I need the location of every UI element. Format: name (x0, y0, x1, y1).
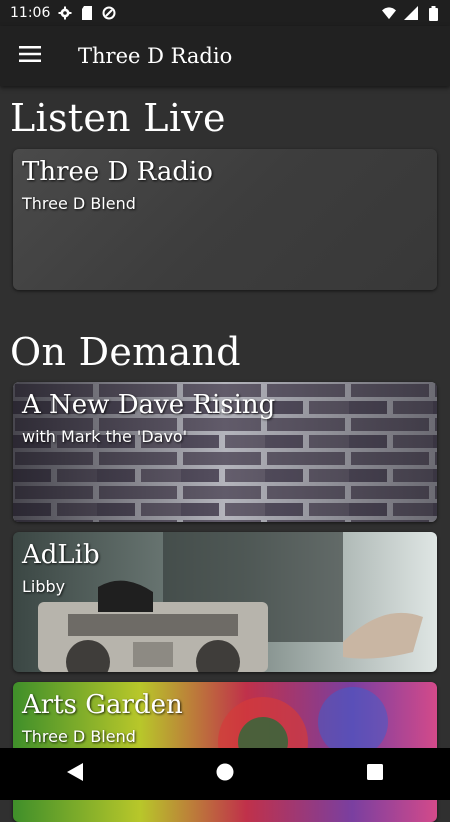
status-left: 11:06 (10, 5, 116, 21)
sync-icon (102, 6, 116, 20)
menu-button[interactable] (0, 26, 60, 86)
show-subtitle: Libby (22, 577, 66, 596)
status-right (382, 5, 440, 21)
status-bar: 11:06 (0, 0, 450, 26)
back-triangle-icon (67, 763, 83, 785)
wifi-icon (382, 6, 396, 20)
live-station-title: Three D Radio (22, 157, 213, 187)
system-nav-bar (0, 748, 450, 800)
listen-live-heading: Listen Live (10, 96, 226, 140)
show-subtitle: Three D Blend (22, 727, 136, 746)
recents-button[interactable] (345, 748, 405, 800)
show-title: A New Dave Rising (22, 390, 276, 420)
show-subtitle: with Mark the 'Davo' (22, 427, 188, 446)
show-title: Arts Garden (22, 690, 183, 720)
on-demand-heading: On Demand (10, 330, 241, 374)
recents-square-icon (367, 764, 383, 784)
status-time: 11:06 (10, 5, 51, 21)
home-circle-icon (216, 763, 234, 785)
show-card[interactable]: A New Dave Rising with Mark the 'Davo' (13, 382, 437, 522)
show-card[interactable]: AdLib Libby (13, 532, 437, 672)
show-title: AdLib (22, 540, 100, 570)
sd-card-icon (80, 6, 94, 20)
cell-signal-icon (404, 6, 418, 20)
battery-icon (426, 5, 440, 21)
app-title: Three D Radio (78, 44, 233, 68)
home-button[interactable] (195, 748, 255, 800)
live-station-subtitle: Three D Blend (22, 194, 136, 213)
back-button[interactable] (45, 748, 105, 800)
gear-icon (58, 6, 72, 20)
live-station-card[interactable]: Three D Radio Three D Blend (13, 149, 437, 290)
app-bar: Three D Radio (0, 26, 450, 86)
hamburger-menu-icon (19, 46, 41, 66)
